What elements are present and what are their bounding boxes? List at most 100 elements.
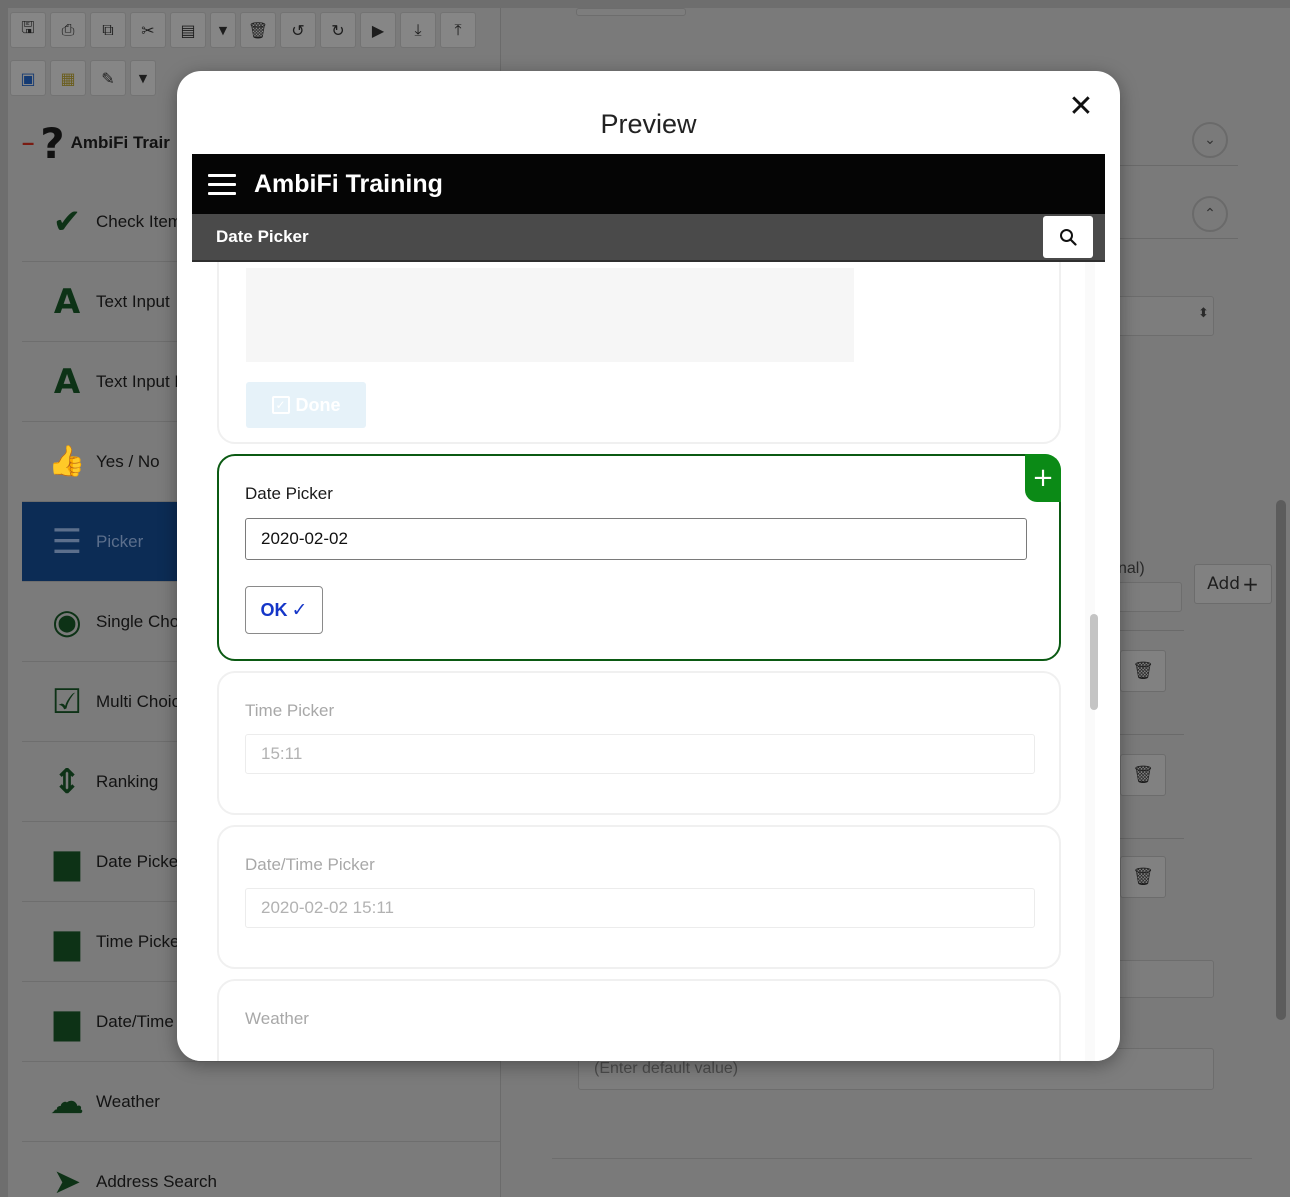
add-button[interactable]: Add +: [1194, 564, 1272, 604]
select-arrows-icon: ⬍: [1198, 305, 1209, 320]
dropdown-caret-icon[interactable]: ▼: [130, 60, 156, 96]
palette-item-label: Date Picker: [96, 851, 184, 871]
preview-modal: Preview ✕ AmbiFi Training Date Picker ✓ …: [177, 71, 1120, 1061]
palette-item-label: Address Search: [96, 1171, 217, 1191]
palette-header[interactable]: – ? AmbiFi Trair: [22, 118, 170, 168]
grid-icon[interactable]: ▦: [50, 60, 86, 96]
ok-button[interactable]: OK ✓: [245, 586, 323, 634]
preview-card-weather[interactable]: Weather: [217, 979, 1061, 1061]
optional-label: nal): [1118, 560, 1145, 577]
palette-item-label: Check Item: [96, 211, 182, 231]
paste-icon[interactable]: ▤: [170, 12, 206, 48]
palette-item-weather[interactable]: ☁ Weather: [22, 1062, 500, 1142]
palette-item-label: Single Choi: [96, 611, 183, 631]
cut-icon[interactable]: ✂: [130, 12, 166, 48]
divider: [1110, 734, 1184, 735]
sort-arrows-icon: ⇕: [52, 761, 82, 802]
calendar-icon: ▆: [53, 921, 81, 962]
palette-item-label: Ranking: [96, 771, 159, 791]
chevron-down-icon[interactable]: ⌄: [1192, 122, 1228, 158]
palette-item-label: Weather: [96, 1091, 160, 1111]
divider: [552, 1158, 1252, 1159]
redo-icon[interactable]: ↻: [320, 12, 356, 48]
plus-icon[interactable]: +: [1025, 454, 1061, 502]
default-value-placeholder: (Enter default value): [594, 1060, 739, 1077]
preview-sub-bar: Date Picker: [192, 214, 1105, 262]
background-input[interactable]: [1110, 582, 1182, 612]
divider: [1110, 165, 1238, 166]
palette-item-label: Picker: [96, 531, 144, 551]
done-button-label: Done: [295, 394, 341, 415]
edit-icon[interactable]: ✎: [90, 60, 126, 96]
datetime-picker-label: Date/Time Picker: [245, 855, 375, 874]
divider: [1110, 238, 1238, 239]
plus-icon: +: [1242, 572, 1259, 596]
placeholder-block: [246, 268, 854, 362]
palette-item-address-search[interactable]: ➤ Address Search: [22, 1142, 500, 1197]
palette-item-label: Yes / No: [96, 451, 160, 471]
divider: [1110, 630, 1184, 631]
navigation-arrow-icon: ➤: [52, 1161, 82, 1197]
toolbar-row-2: ▣ ▦ ✎ ▼: [10, 60, 156, 98]
checkbox-icon: ☑: [51, 681, 83, 722]
cloud-icon: ☁: [50, 1081, 84, 1122]
trash-icon[interactable]: 🗑: [1120, 856, 1166, 898]
hamburger-menu-icon[interactable]: [208, 173, 236, 195]
close-icon[interactable]: ✕: [1064, 89, 1098, 124]
collapse-icon[interactable]: –: [22, 130, 34, 156]
letter-a-icon: A: [53, 361, 81, 402]
preview-app-title: AmbiFi Training: [254, 169, 443, 198]
palette-item-label: Text Input: [96, 291, 170, 311]
time-picker-input[interactable]: 15:11: [245, 734, 1035, 774]
preview-scrollbar-thumb[interactable]: [1090, 614, 1098, 710]
search-button[interactable]: [1043, 216, 1093, 258]
add-button-label: Add: [1207, 574, 1241, 594]
download-icon[interactable]: ⤓: [400, 12, 436, 48]
preview-sub-title: Date Picker: [216, 227, 309, 246]
preview-app-bar: AmbiFi Training: [192, 154, 1105, 214]
date-picker-input[interactable]: 2020-02-02: [245, 518, 1027, 560]
palette-item-label: Date/Time: [96, 1011, 174, 1031]
upload-icon[interactable]: ⤒: [440, 12, 476, 48]
ok-button-label: OK: [260, 599, 288, 620]
weather-label: Weather: [245, 1009, 309, 1028]
time-picker-label: Time Picker: [245, 701, 335, 720]
letter-a-icon: A: [53, 281, 81, 322]
dropdown-caret-icon[interactable]: ▼: [210, 12, 236, 48]
divider: [1110, 838, 1184, 839]
trash-icon[interactable]: 🗑: [1120, 650, 1166, 692]
datetime-picker-input[interactable]: 2020-02-02 15:11: [245, 888, 1035, 928]
date-picker-label: Date Picker: [245, 484, 333, 503]
done-button[interactable]: ✓ Done: [246, 382, 366, 428]
preview-card-time-picker[interactable]: Time Picker 15:11: [217, 671, 1061, 815]
print-icon[interactable]: ⎙: [50, 12, 86, 48]
undo-icon[interactable]: ↺: [280, 12, 316, 48]
page-scrollbar[interactable]: [1276, 500, 1286, 1020]
question-mark-icon: ?: [40, 118, 65, 168]
search-icon: [1060, 229, 1077, 246]
table-icon[interactable]: ▣: [10, 60, 46, 96]
preview-card-datetime-picker[interactable]: Date/Time Picker 2020-02-02 15:11: [217, 825, 1061, 969]
calendar-icon: ▆: [53, 1001, 81, 1042]
palette-header-label: AmbiFi Trair: [70, 133, 170, 152]
checkbox-icon: ✓: [271, 396, 290, 414]
play-icon[interactable]: ▶: [360, 12, 396, 48]
save-icon[interactable]: 🖫: [10, 12, 46, 48]
trash-icon[interactable]: 🗑: [240, 12, 276, 48]
palette-item-label: Text Input N: [96, 371, 187, 391]
thumbs-up-icon: 👍: [48, 444, 86, 479]
preview-content[interactable]: ✓ Done + Date Picker 2020-02-02 OK ✓ Tim…: [192, 262, 1105, 1061]
trash-icon[interactable]: 🗑: [1120, 754, 1166, 796]
checkmark-icon: ✔: [52, 201, 82, 242]
copy-icon[interactable]: ⧉: [90, 12, 126, 48]
radio-icon: ◉: [52, 601, 82, 642]
background-input[interactable]: [1110, 960, 1214, 998]
preview-card-date-picker[interactable]: + Date Picker 2020-02-02 OK ✓: [217, 454, 1061, 661]
toolbar-row-1: 🖫 ⎙ ⧉ ✂ ▤ ▼ 🗑 ↺ ↻ ▶ ⤓ ⤒: [10, 12, 476, 50]
chevron-up-icon[interactable]: ⌃: [1192, 196, 1228, 232]
list-icon: ☰: [51, 521, 83, 562]
preview-device: AmbiFi Training Date Picker ✓ Done + Dat…: [192, 154, 1105, 1061]
background-field: [576, 8, 686, 16]
calendar-icon: ▆: [53, 841, 81, 882]
palette-item-label: Multi Choic: [96, 691, 181, 711]
